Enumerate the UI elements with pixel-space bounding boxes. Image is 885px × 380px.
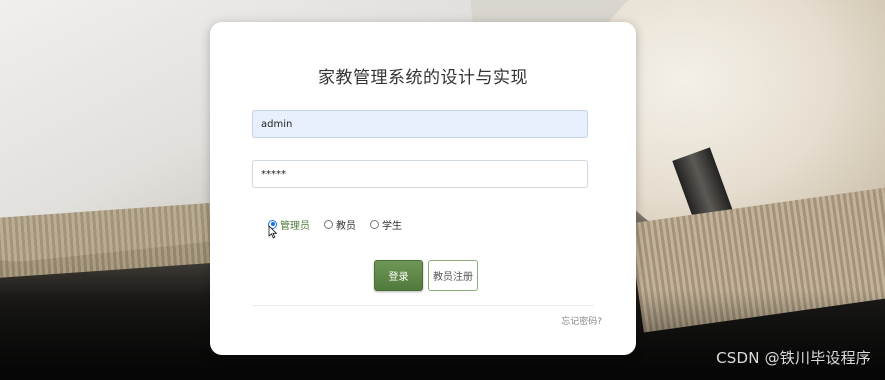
divider — [252, 305, 594, 306]
role-option-tutor[interactable]: 教员 — [324, 217, 356, 232]
role-label-tutor: 教员 — [336, 220, 356, 232]
page-title: 家教管理系统的设计与实现 — [318, 68, 528, 88]
login-button[interactable]: 登录 — [374, 260, 423, 291]
watermark: CSDN @铁川毕设程序 — [716, 349, 871, 367]
login-card: 家教管理系统的设计与实现 管理员 教员 学生 登录 教员注册 忘记密码? — [210, 22, 636, 355]
role-selector: 管理员 教员 学生 — [268, 217, 402, 232]
username-input[interactable] — [252, 110, 588, 138]
radio-student[interactable] — [370, 219, 379, 229]
role-option-student[interactable]: 学生 — [370, 217, 402, 232]
radio-tutor[interactable] — [324, 219, 333, 229]
role-label-admin: 管理员 — [280, 220, 310, 232]
password-input[interactable] — [252, 160, 588, 188]
mouse-cursor-icon — [268, 225, 278, 239]
tutor-register-button[interactable]: 教员注册 — [428, 260, 478, 291]
forgot-password-link[interactable]: 忘记密码? — [561, 314, 602, 327]
role-label-student: 学生 — [382, 220, 402, 232]
